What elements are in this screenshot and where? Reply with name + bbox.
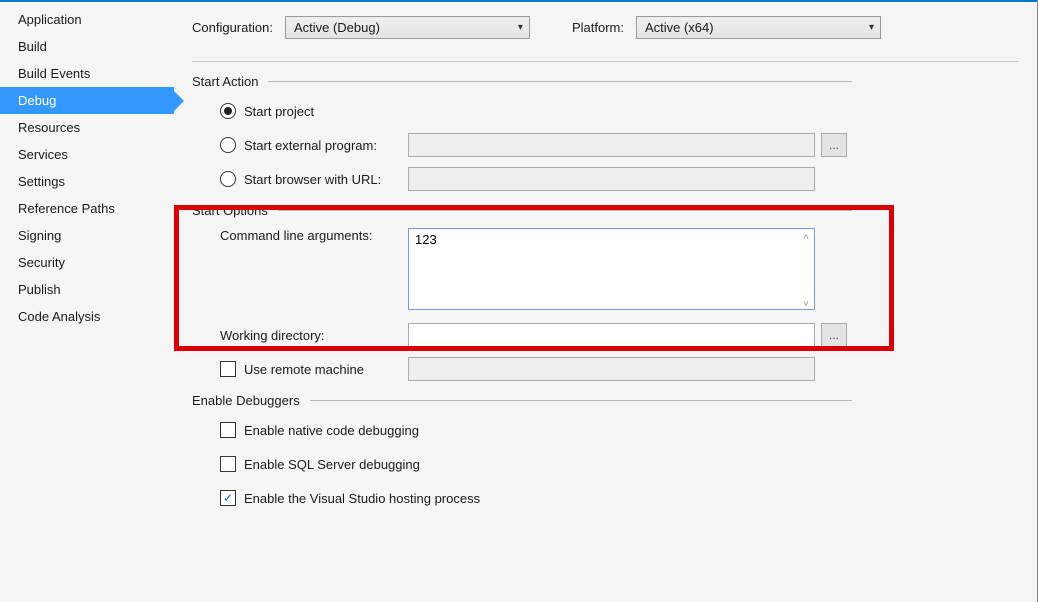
- chevron-down-icon: ▾: [518, 22, 523, 33]
- section-title: Start Action: [192, 74, 258, 89]
- radio-start-project[interactable]: [220, 103, 236, 119]
- sidebar-item-resources[interactable]: Resources: [0, 114, 174, 141]
- sql-debug-label: Enable SQL Server debugging: [244, 457, 420, 472]
- radio-start-external-label: Start external program:: [244, 138, 408, 153]
- remote-machine-input[interactable]: [408, 357, 815, 381]
- sidebar-item-debug[interactable]: Debug: [0, 87, 174, 114]
- sidebar-item-code-analysis[interactable]: Code Analysis: [0, 303, 174, 330]
- sidebar-item-publish[interactable]: Publish: [0, 276, 174, 303]
- section-start-action: Start Action: [192, 74, 852, 89]
- browse-working-dir-button[interactable]: ...: [821, 323, 847, 347]
- sidebar-item-security[interactable]: Security: [0, 249, 174, 276]
- browse-external-button[interactable]: ...: [821, 133, 847, 157]
- sidebar-item-settings[interactable]: Settings: [0, 168, 174, 195]
- use-remote-label: Use remote machine: [244, 362, 408, 377]
- section-start-options: Start Options: [192, 203, 852, 218]
- browser-url-input[interactable]: [408, 167, 815, 191]
- cmd-args-label: Command line arguments:: [220, 228, 408, 243]
- radio-start-browser[interactable]: [220, 171, 236, 187]
- external-program-input[interactable]: [408, 133, 815, 157]
- divider: [192, 61, 1019, 62]
- section-title: Enable Debuggers: [192, 393, 300, 408]
- main-panel: Configuration: Active (Debug) ▾ Platform…: [174, 2, 1037, 602]
- sidebar-item-reference-paths[interactable]: Reference Paths: [0, 195, 174, 222]
- radio-start-project-label: Start project: [244, 104, 314, 119]
- sidebar-item-build[interactable]: Build: [0, 33, 174, 60]
- section-title: Start Options: [192, 203, 268, 218]
- configuration-label: Configuration:: [192, 20, 273, 35]
- top-row: Configuration: Active (Debug) ▾ Platform…: [192, 16, 1019, 39]
- sidebar: Application Build Build Events Debug Res…: [0, 2, 174, 602]
- configuration-select[interactable]: Active (Debug) ▾: [285, 16, 530, 39]
- sidebar-item-build-events[interactable]: Build Events: [0, 60, 174, 87]
- radio-start-browser-label: Start browser with URL:: [244, 172, 408, 187]
- sidebar-item-signing[interactable]: Signing: [0, 222, 174, 249]
- platform-value: Active (x64): [645, 20, 714, 35]
- sidebar-item-application[interactable]: Application: [0, 6, 174, 33]
- working-dir-input[interactable]: [408, 323, 815, 347]
- sql-debug-checkbox[interactable]: [220, 456, 236, 472]
- chevron-down-icon: ▾: [869, 22, 874, 33]
- hosting-process-checkbox[interactable]: ✓: [220, 490, 236, 506]
- radio-start-external[interactable]: [220, 137, 236, 153]
- hosting-process-label: Enable the Visual Studio hosting process: [244, 491, 480, 506]
- platform-select[interactable]: Active (x64) ▾: [636, 16, 881, 39]
- cmd-args-input[interactable]: [408, 228, 815, 310]
- configuration-value: Active (Debug): [294, 20, 380, 35]
- native-debug-checkbox[interactable]: [220, 422, 236, 438]
- sidebar-item-services[interactable]: Services: [0, 141, 174, 168]
- working-dir-label: Working directory:: [220, 328, 408, 343]
- section-enable-debuggers: Enable Debuggers: [192, 393, 852, 408]
- native-debug-label: Enable native code debugging: [244, 423, 419, 438]
- use-remote-checkbox[interactable]: [220, 361, 236, 377]
- platform-label: Platform:: [572, 20, 624, 35]
